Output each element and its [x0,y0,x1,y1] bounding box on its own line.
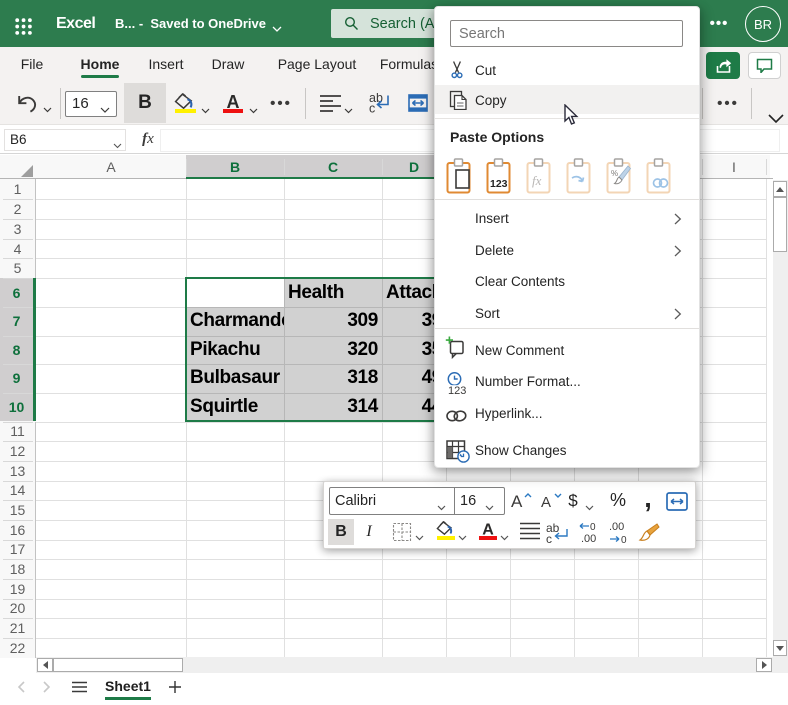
svg-text:A: A [227,94,240,109]
svg-text:fx: fx [532,173,542,188]
svg-text:A: A [511,492,523,511]
svg-text:%: % [611,169,618,178]
svg-text:0: 0 [621,535,627,545]
svg-text:123: 123 [490,178,508,190]
svg-text:123: 123 [448,385,466,395]
svg-text:.00: .00 [581,533,596,545]
svg-text:c: c [369,102,375,114]
svg-text:0: 0 [590,522,596,533]
svg-text:A: A [541,494,551,511]
svg-text:.00: .00 [609,521,624,533]
svg-text:c: c [546,532,552,545]
svg-text:A: A [482,522,494,535]
